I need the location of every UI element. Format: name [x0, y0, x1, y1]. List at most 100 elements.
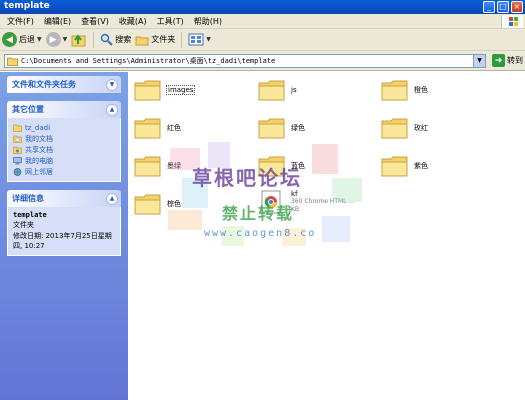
menu-help[interactable]: 帮助(H) [189, 16, 227, 27]
place-label: 共享文档 [25, 145, 53, 154]
place-label: 我的电脑 [25, 156, 53, 165]
details-panel-header[interactable]: 详细信息 ▲ [7, 190, 121, 207]
folder-label: 橙色 [414, 86, 428, 94]
folder-icon [258, 80, 285, 101]
folder-icon [381, 80, 408, 101]
folder-icon [7, 57, 18, 66]
address-bar: C:\Documents and Settings\Administrator\… [0, 51, 525, 71]
details-modified: 修改日期: 2013年7月25日星期四, 10:27 [13, 232, 112, 250]
folder-icon [134, 80, 161, 101]
place-link-my-documents[interactable]: 我的文档 [13, 133, 115, 144]
folder-item-images[interactable]: images [134, 78, 196, 102]
details-panel-title: 详细信息 [12, 194, 44, 203]
folder-item-orange[interactable]: 橙色 [381, 78, 428, 102]
folder-item-purple[interactable]: 紫色 [381, 154, 428, 178]
folder-label: 墨绿 [167, 162, 181, 170]
folders-icon [135, 36, 149, 45]
folder-icon [134, 156, 161, 177]
places-panel-header[interactable]: 其它位置 ▲ [7, 101, 121, 118]
watermark-subtitle: 禁止转载 [222, 204, 295, 223]
address-path: C:\Documents and Settings\Administrator\… [21, 57, 276, 65]
folder-up-icon [71, 34, 86, 47]
folder-item-js[interactable]: js [258, 78, 297, 102]
collapse-icon[interactable]: ▲ [106, 192, 118, 205]
folder-label: 紫色 [414, 162, 428, 170]
file-label: kf [291, 190, 298, 198]
up-button[interactable] [71, 32, 87, 47]
toolbar-separator [93, 31, 95, 48]
places-panel: 其它位置 ▲ tz_dadi 我的文档 共享文档 我的电脑 网上邻居 [7, 101, 121, 182]
menu-view[interactable]: 查看(V) [76, 16, 114, 27]
collapse-icon[interactable]: ▲ [106, 103, 118, 116]
folder-icon [134, 194, 161, 215]
file-type: 360 Chrome HTML ... [291, 198, 355, 205]
folder-icon [258, 118, 285, 139]
menu-tools[interactable]: 工具(T) [152, 16, 189, 27]
maximize-button[interactable]: □ [497, 1, 509, 13]
file-list: images js 橙色 红色 绿色 玫红 墨绿 蓝色 紫色 棕色 kf 360… [128, 72, 525, 400]
folder-item-red[interactable]: 红色 [134, 116, 181, 140]
go-arrow-icon: ➜ [492, 54, 505, 67]
folder-icon [381, 156, 408, 177]
search-label: 搜索 [115, 35, 132, 44]
address-dropdown-icon[interactable]: ▼ [473, 55, 485, 67]
back-dropdown-icon[interactable]: ▼ [37, 36, 42, 43]
address-input[interactable]: C:\Documents and Settings\Administrator\… [4, 54, 486, 68]
back-arrow-icon: ◀ [2, 32, 17, 47]
forward-button[interactable]: ▶ ▼ [45, 32, 68, 47]
window-title: template [4, 1, 50, 11]
search-button[interactable]: 搜索 [100, 33, 131, 46]
place-link-network[interactable]: 网上邻居 [13, 166, 115, 177]
file-size: KB [291, 206, 300, 213]
back-button[interactable]: ◀ 后退 ▼ [2, 32, 42, 47]
shared-documents-icon [13, 146, 22, 154]
back-label: 后退 [19, 35, 35, 44]
details-panel: 详细信息 ▲ template 文件夹 修改日期: 2013年7月25日星期四,… [7, 190, 121, 256]
views-button[interactable]: ▼ [188, 33, 211, 46]
details-type: 文件夹 [13, 221, 34, 229]
folder-icon [134, 118, 161, 139]
expand-icon[interactable]: ▼ [106, 78, 118, 91]
place-link-my-computer[interactable]: 我的电脑 [13, 155, 115, 166]
windows-logo-icon [501, 15, 523, 28]
go-label: 转到 [507, 56, 523, 65]
forward-dropdown-icon[interactable]: ▼ [63, 36, 68, 43]
places-panel-title: 其它位置 [12, 105, 44, 114]
watermark-url: www.caogen8.co [204, 228, 317, 239]
toolbar: ◀ 后退 ▼ ▶ ▼ 搜索 文件夹 ▼ [0, 29, 525, 51]
places-panel-body: tz_dadi 我的文档 共享文档 我的电脑 网上邻居 [7, 118, 121, 182]
folder-label: 棕色 [167, 200, 181, 208]
folder-label: images [165, 85, 196, 95]
window-controls: _ □ × [483, 1, 523, 13]
go-button[interactable]: ➜ 转到 [492, 54, 523, 67]
menu-favorites[interactable]: 收藏(A) [114, 16, 152, 27]
folder-item-dark-green[interactable]: 墨绿 [134, 154, 181, 178]
documents-icon [13, 135, 22, 143]
place-label: 我的文档 [25, 134, 53, 143]
place-link-tz-dadi[interactable]: tz_dadi [13, 122, 115, 133]
folder-item-green[interactable]: 绿色 [258, 116, 305, 140]
folder-label: js [291, 86, 297, 94]
views-dropdown-icon[interactable]: ▼ [206, 36, 211, 43]
forward-arrow-icon: ▶ [45, 32, 61, 47]
folders-label: 文件夹 [151, 35, 176, 44]
minimize-button[interactable]: _ [483, 1, 495, 13]
place-label: 网上邻居 [25, 167, 53, 176]
views-icon [188, 33, 204, 46]
close-button[interactable]: × [511, 1, 523, 13]
details-panel-body: template 文件夹 修改日期: 2013年7月25日星期四, 10:27 [7, 207, 121, 256]
computer-icon [13, 156, 22, 164]
folder-item-rose[interactable]: 玫红 [381, 116, 428, 140]
task-pane: 文件和文件夹任务 ▼ 其它位置 ▲ tz_dadi 我的文档 共享文档 我的电脑… [0, 72, 128, 400]
folders-button[interactable]: 文件夹 [135, 34, 175, 46]
place-link-shared-documents[interactable]: 共享文档 [13, 144, 115, 155]
tasks-panel-header[interactable]: 文件和文件夹任务 ▼ [7, 76, 121, 93]
folder-label: 红色 [167, 124, 181, 132]
folder-item-brown[interactable]: 棕色 [134, 192, 181, 216]
details-name: template [13, 211, 47, 219]
place-label: tz_dadi [25, 123, 51, 132]
toolbar-separator [181, 31, 183, 48]
menu-edit[interactable]: 编辑(E) [39, 16, 76, 27]
folder-label: 玫红 [414, 124, 428, 132]
menu-file[interactable]: 文件(F) [2, 16, 39, 27]
